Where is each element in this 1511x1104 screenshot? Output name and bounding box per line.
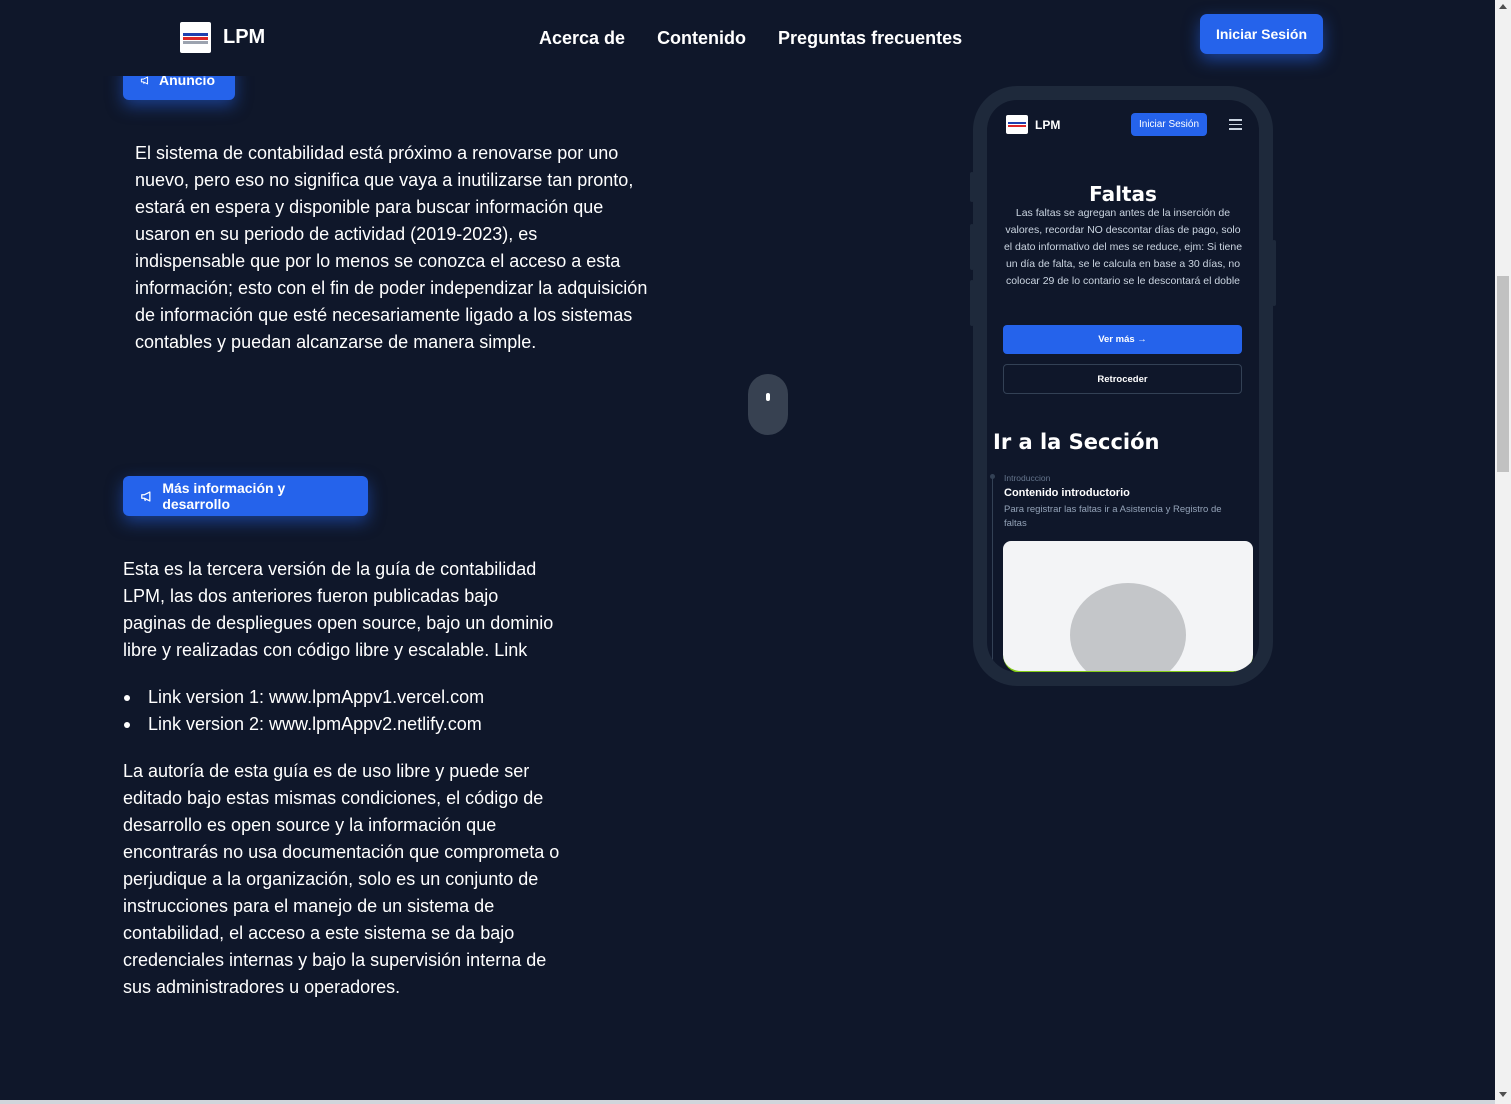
hamburger-menu-icon[interactable]	[1229, 119, 1242, 130]
timeline-label: Introduccion	[1004, 473, 1051, 483]
timeline-line	[992, 474, 993, 672]
nav-link-contenido[interactable]: Contenido	[657, 28, 746, 49]
phone-screen: LPM Iniciar Sesión Faltas Las faltas se …	[987, 100, 1259, 672]
scroll-up-arrow-icon[interactable]	[1499, 4, 1507, 9]
announcement-text: El sistema de contabilidad está próximo …	[135, 143, 648, 352]
ver-mas-button[interactable]: Ver más →	[1003, 325, 1242, 354]
nav-links: Acerca de Contenido Preguntas frecuentes	[539, 28, 962, 49]
phone-navbar: LPM Iniciar Sesión	[987, 100, 1259, 150]
megaphone-icon	[141, 490, 151, 502]
scrollbar-thumb[interactable]	[1497, 276, 1509, 472]
nav-link-preguntas-frecuentes[interactable]: Preguntas frecuentes	[778, 28, 962, 49]
timeline-dot	[990, 474, 995, 479]
lpm-logo-icon	[180, 22, 211, 53]
phone-mockup: LPM Iniciar Sesión Faltas Las faltas se …	[970, 86, 1276, 686]
bottom-divider	[0, 1100, 1495, 1104]
phone-description: Las faltas se agregan antes de la inserc…	[1003, 207, 1243, 287]
brand-name: LPM	[223, 26, 266, 48]
phone-login-button[interactable]: Iniciar Sesión	[1131, 113, 1207, 136]
login-button[interactable]: Iniciar Sesión	[1200, 14, 1323, 54]
mouse-scroll-icon	[748, 374, 788, 435]
version-links-list: Link version 1: www.lpmAppv1.vercel.com …	[123, 684, 484, 738]
top-navbar: LPM Acerca de Contenido Preguntas frecue…	[0, 0, 1495, 76]
timeline-item-title[interactable]: Contenido introductorio	[1004, 487, 1130, 499]
list-item[interactable]: Link version 2: www.lpmAppv2.netlify.com	[123, 711, 484, 738]
more-info-badge: Más información y desarrollo	[123, 476, 368, 516]
phone-section-heading: Ir a la Sección	[993, 430, 1160, 454]
timeline-item-text: Para registrar las faltas ir a Asistenci…	[1004, 504, 1222, 529]
image-placeholder	[1003, 541, 1253, 672]
page-scrollbar[interactable]	[1495, 0, 1511, 1104]
lpm-logo-icon	[1006, 115, 1028, 134]
retroceder-button[interactable]: Retroceder	[1003, 364, 1242, 394]
brand[interactable]: LPM	[180, 22, 265, 53]
phone-brand-name: LPM	[1035, 118, 1061, 132]
more-info-closing: La autoría de esta guía es de uso libre …	[123, 761, 560, 997]
more-info-badge-label: Más información y desarrollo	[162, 480, 286, 512]
phone-title: Faltas	[1089, 182, 1157, 206]
nav-link-acerca-de[interactable]: Acerca de	[539, 28, 625, 49]
list-item[interactable]: Link version 1: www.lpmAppv1.vercel.com	[123, 684, 484, 711]
more-info-intro: Esta es la tercera versión de la guía de…	[123, 559, 554, 660]
scroll-down-arrow-icon[interactable]	[1499, 1092, 1507, 1097]
